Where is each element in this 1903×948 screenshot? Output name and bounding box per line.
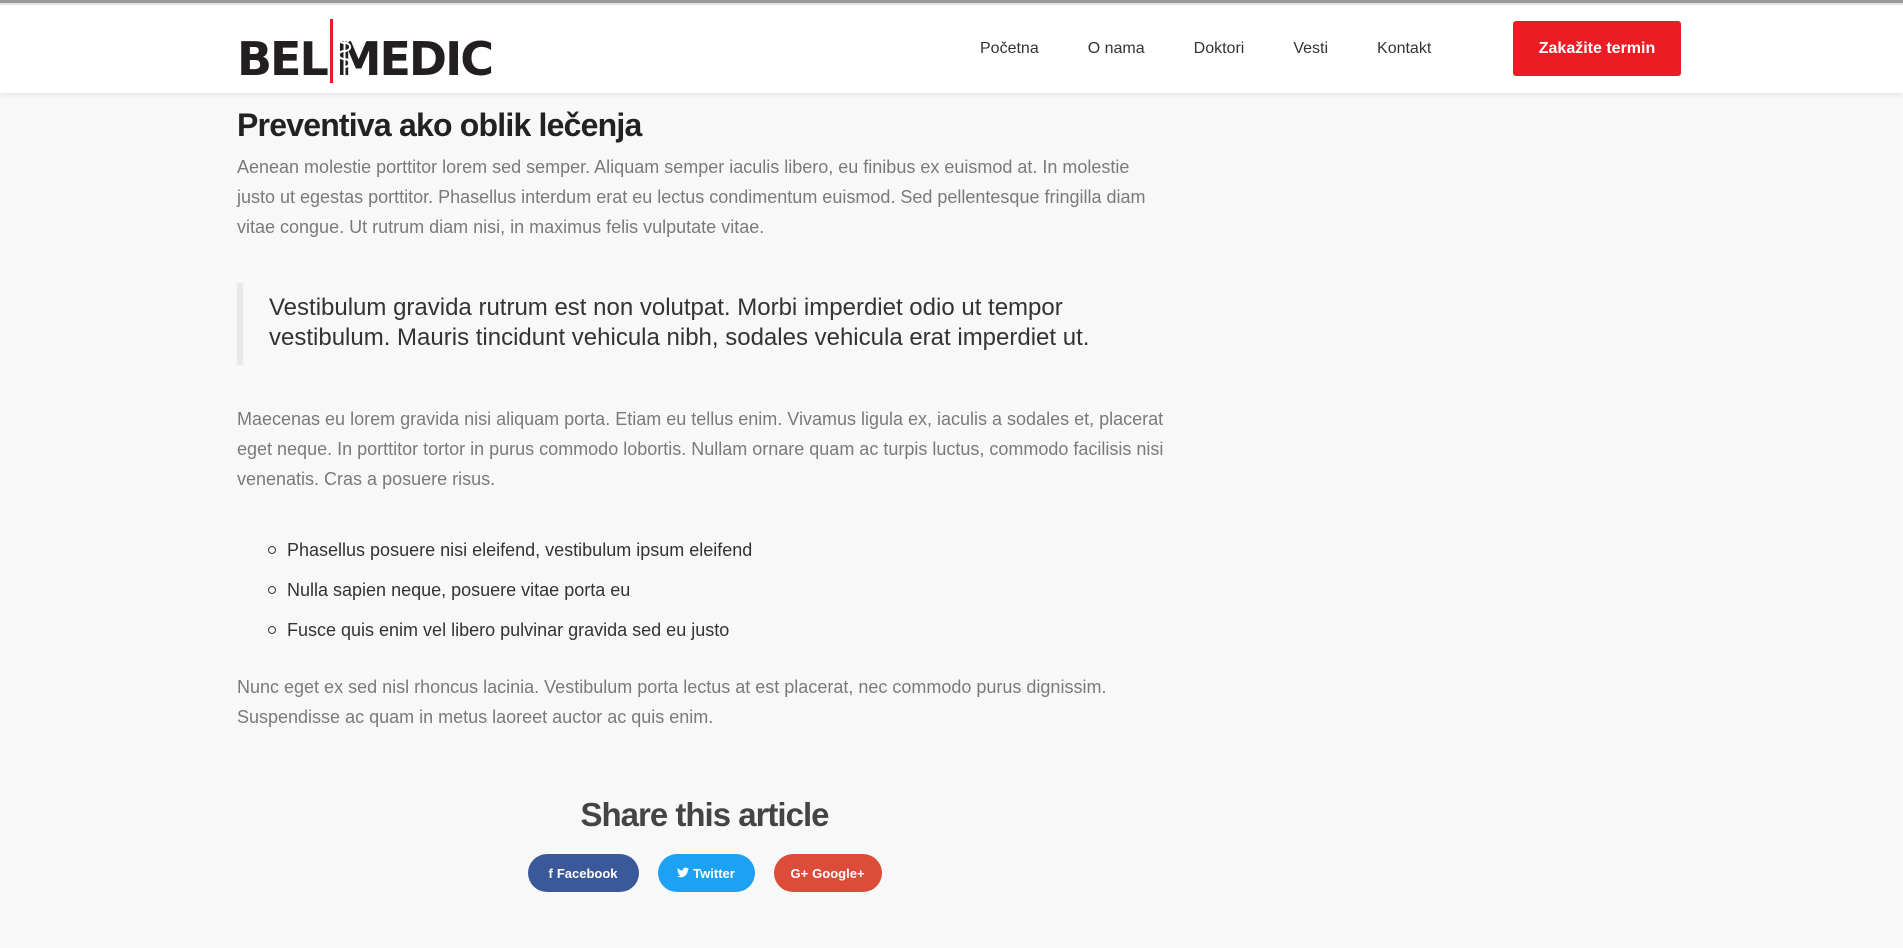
twitter-icon	[677, 866, 690, 881]
google-plus-share-button[interactable]: G+ Google+	[773, 854, 882, 892]
google-plus-label: Google+	[812, 865, 865, 881]
article-quote: Vestibulum gravida rutrum est non volutp…	[237, 283, 1172, 365]
list-item: Nulla sapien neque, posuere vitae porta …	[268, 579, 1172, 601]
book-appointment-button[interactable]: Zakažite termin	[1513, 21, 1681, 76]
list-item: Phasellus posuere nisi eleifend, vestibu…	[268, 539, 1172, 561]
nav-item-pocetna[interactable]: Početna	[980, 40, 1039, 58]
caduceus-icon	[329, 19, 351, 83]
twitter-label: Twitter	[693, 865, 735, 881]
article-bullet-list: Phasellus posuere nisi eleifend, vestibu…	[237, 539, 1172, 641]
article-content: Preventiva ako oblik lečenja Aenean mole…	[237, 93, 1172, 732]
belmedic-logo[interactable]: BEL MEDIC	[237, 17, 494, 86]
logo-text-left: BEL	[237, 32, 329, 86]
logo-text-right: MEDIC	[335, 32, 494, 86]
article-paragraph-3: Nunc eget ex sed nisl rhoncus lacinia. V…	[237, 677, 1107, 727]
nav-item-vesti[interactable]: Vesti	[1293, 40, 1328, 58]
facebook-label: Facebook	[556, 865, 618, 881]
facebook-icon: f	[548, 865, 553, 881]
facebook-share-button[interactable]: f Facebook	[527, 854, 639, 892]
google-plus-icon: G+	[790, 865, 809, 881]
article-title: Preventiva ako oblik lečenja	[237, 107, 642, 143]
nav-item-kontakt[interactable]: Kontakt	[1377, 40, 1431, 58]
share-buttons: f Facebook Twitter G+ Google+	[237, 854, 1172, 892]
main-nav: Početna O nama Doktori Vesti Kontakt	[980, 5, 1480, 93]
twitter-share-button[interactable]: Twitter	[657, 854, 755, 892]
site-header: BEL MEDIC Početna O nama Doktori Vesti K…	[0, 5, 1903, 93]
nav-item-doktori[interactable]: Doktori	[1194, 40, 1245, 58]
nav-item-o-nama[interactable]: O nama	[1088, 40, 1145, 58]
list-item: Fusce quis enim vel libero pulvinar grav…	[268, 619, 1172, 641]
article-intro: Aenean molestie porttitor lorem sed semp…	[237, 157, 1146, 237]
share-heading: Share this article	[580, 796, 830, 833]
share-section: Share this article f Facebook Twitter G+…	[237, 795, 1172, 892]
article-paragraph-2: Maecenas eu lorem gravida nisi aliquam p…	[237, 409, 1164, 489]
